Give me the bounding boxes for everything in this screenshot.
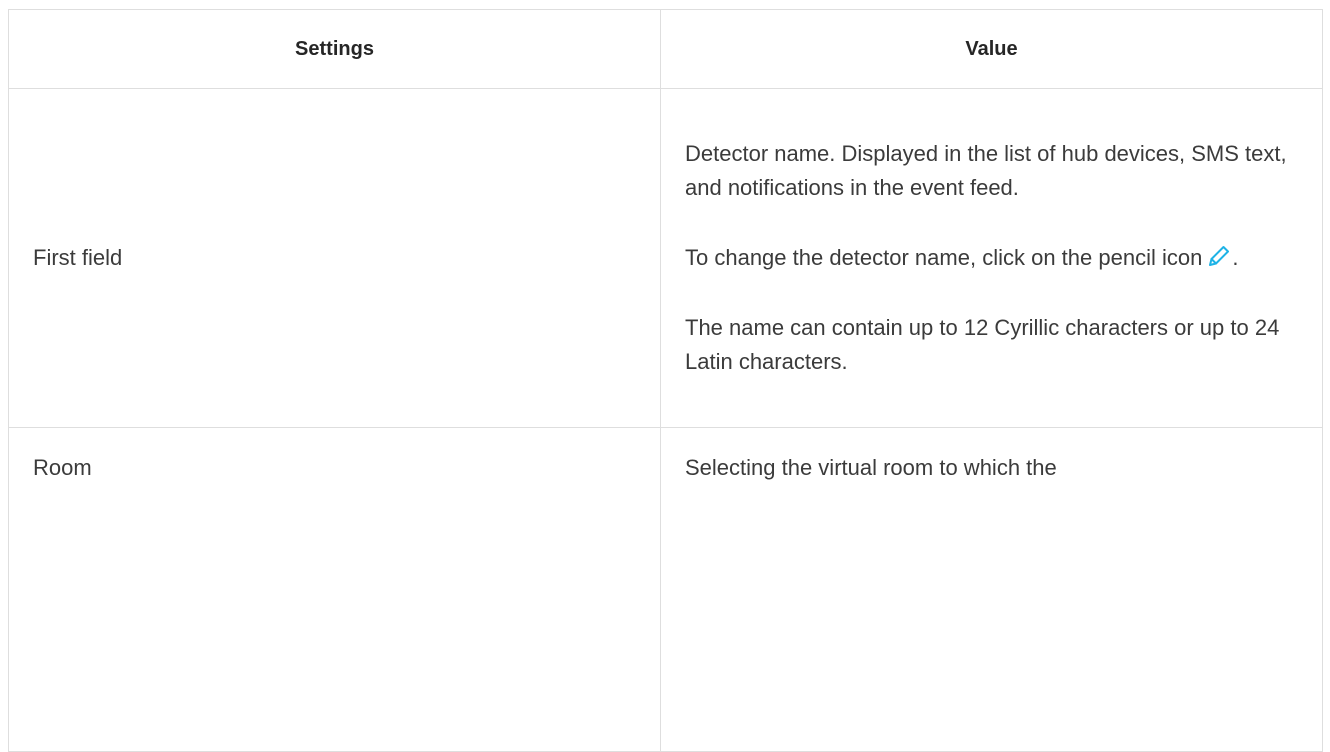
setting-name-cell: Room bbox=[8, 427, 661, 752]
table-row: Room Selecting the virtual room to which… bbox=[8, 427, 1323, 752]
table-header-row: Settings Value bbox=[8, 9, 1323, 89]
setting-value-cell: Selecting the virtual room to which the bbox=[660, 427, 1323, 752]
pencil-trailing-period: . bbox=[1232, 245, 1239, 270]
pencil-icon bbox=[1209, 246, 1230, 266]
table-row: First field Detector name. Displayed in … bbox=[8, 88, 1323, 428]
value-paragraph-with-icon: To change the detector name, click on th… bbox=[685, 241, 1298, 275]
value-paragraph: Detector name. Displayed in the list of … bbox=[685, 141, 1287, 200]
header-value: Value bbox=[660, 9, 1323, 89]
settings-table: Settings Value First field Detector name… bbox=[8, 9, 1323, 752]
value-paragraph: The name can contain up to 12 Cyrillic c… bbox=[685, 315, 1280, 374]
setting-value-cell: Detector name. Displayed in the list of … bbox=[660, 88, 1323, 428]
setting-name-cell: First field bbox=[8, 88, 661, 428]
value-paragraph-text: To change the detector name, click on th… bbox=[685, 245, 1203, 270]
header-settings: Settings bbox=[8, 9, 661, 89]
